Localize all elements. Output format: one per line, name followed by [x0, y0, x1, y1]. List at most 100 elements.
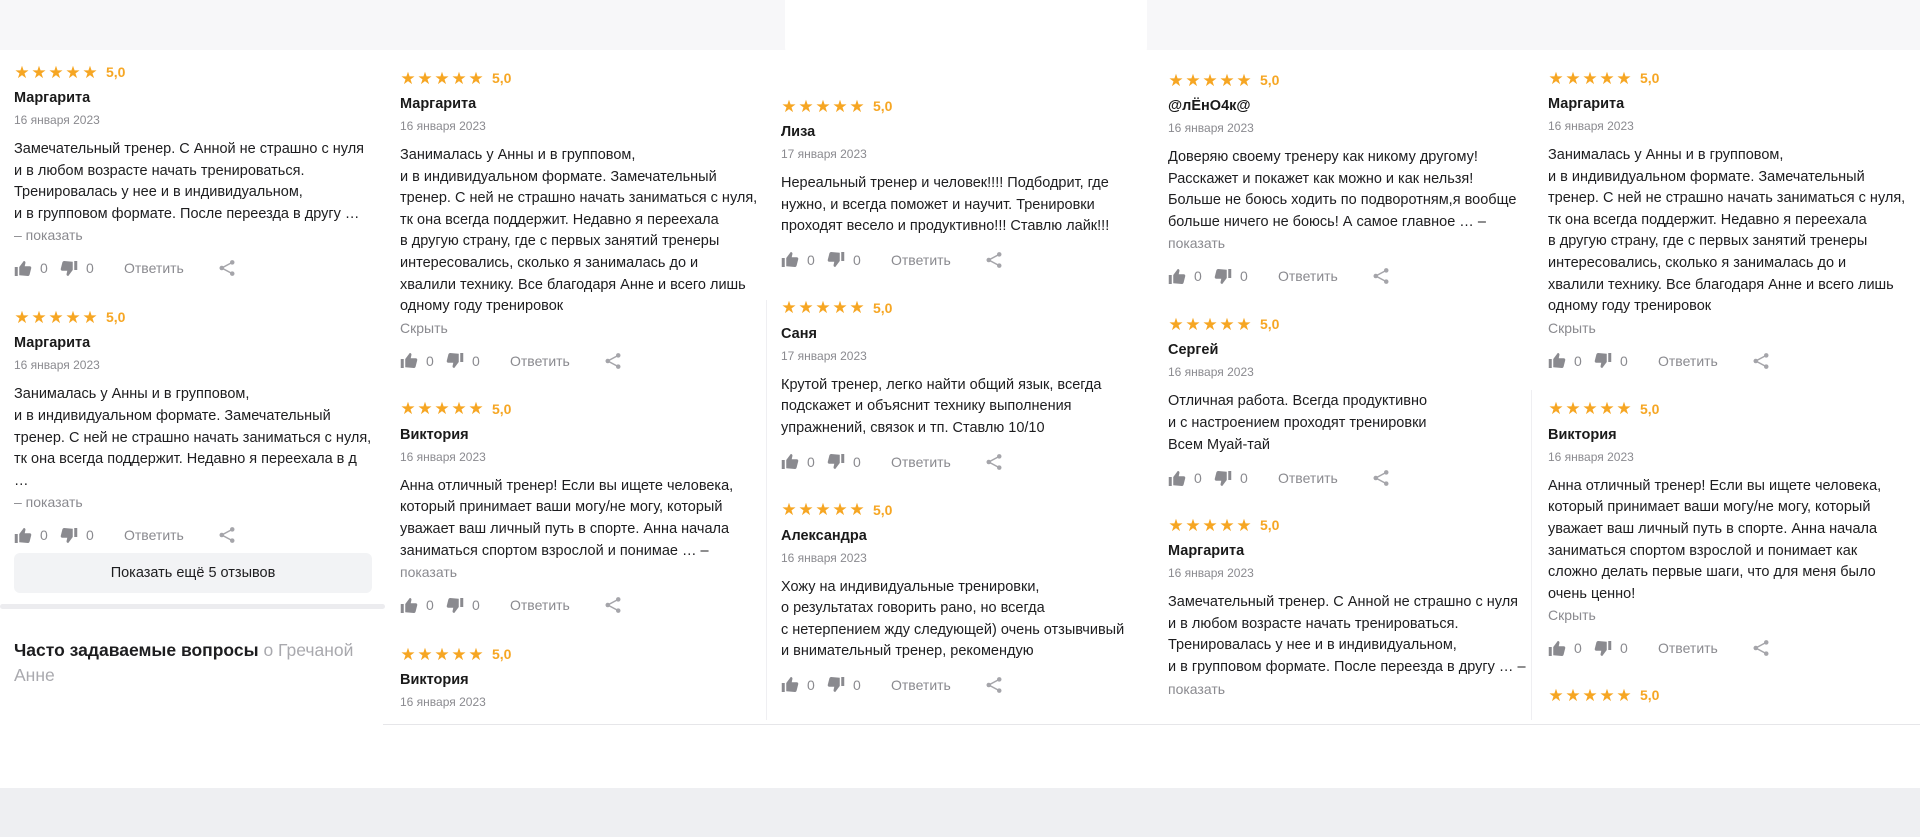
- rating: ★ ★ ★ ★ ★ 5,0: [400, 400, 770, 418]
- review-author[interactable]: Сергей: [1168, 342, 1538, 360]
- dislike-button[interactable]: 0: [827, 251, 883, 268]
- show-more-link[interactable]: – показать: [14, 492, 384, 513]
- review-author[interactable]: Виктория: [400, 427, 770, 445]
- review-column: ★ ★ ★ ★ ★ 5,0 Маргарита 16 января 2023 Занималас…: [1548, 69, 1918, 704]
- dislike-button[interactable]: 0: [1214, 268, 1270, 285]
- review-author[interactable]: Виктория: [400, 672, 770, 690]
- star-icon: ★: [82, 307, 98, 327]
- like-button[interactable]: 0: [14, 260, 60, 277]
- star-icon: ★: [451, 68, 467, 88]
- star-icon: ★: [434, 399, 450, 419]
- like-button[interactable]: 0: [781, 251, 827, 268]
- dislike-count: 0: [1240, 268, 1248, 285]
- share-button[interactable]: [218, 259, 236, 277]
- star-icon: ★: [1168, 70, 1184, 90]
- share-button[interactable]: [1372, 469, 1390, 487]
- reply-button[interactable]: Ответить: [1278, 470, 1372, 486]
- divider: [383, 724, 1920, 725]
- like-button[interactable]: 0: [400, 597, 446, 614]
- reply-button[interactable]: Ответить: [1658, 640, 1752, 656]
- reply-button[interactable]: Ответить: [124, 260, 218, 276]
- share-button[interactable]: [985, 251, 1003, 269]
- dislike-button[interactable]: 0: [827, 676, 883, 693]
- review-column: ★ ★ ★ ★ ★ 5,0 Маргарита 16 января 2023 Замечател…: [14, 63, 384, 545]
- star-icon: ★: [1616, 685, 1632, 705]
- share-button[interactable]: [1752, 352, 1770, 370]
- review-author[interactable]: Лиза: [781, 124, 1151, 142]
- show-more-link[interactable]: показать: [1168, 233, 1538, 254]
- share-button[interactable]: [985, 453, 1003, 471]
- dislike-button[interactable]: 0: [1214, 470, 1270, 487]
- review-author[interactable]: Саня: [781, 326, 1151, 344]
- like-button[interactable]: 0: [14, 527, 60, 544]
- share-button[interactable]: [985, 676, 1003, 694]
- share-button[interactable]: [218, 526, 236, 544]
- star-icon: ★: [1202, 314, 1218, 334]
- dislike-button[interactable]: 0: [827, 453, 883, 470]
- thumbs-down-icon: [827, 252, 845, 268]
- show-more-link[interactable]: – показать: [14, 225, 384, 246]
- star-icon: ★: [1202, 515, 1218, 535]
- show-more-reviews-button[interactable]: Показать ещё 5 отзывов: [14, 553, 372, 593]
- show-more-link[interactable]: показать: [1168, 679, 1538, 700]
- review-author[interactable]: Маргарита: [400, 96, 770, 114]
- reply-button[interactable]: Ответить: [891, 677, 985, 693]
- reply-button[interactable]: Ответить: [1278, 268, 1372, 284]
- hide-link[interactable]: Скрыть: [400, 318, 770, 339]
- review-author[interactable]: Виктория: [1548, 427, 1918, 445]
- dislike-button[interactable]: 0: [60, 527, 116, 544]
- dislike-button[interactable]: 0: [446, 597, 502, 614]
- like-button[interactable]: 0: [400, 352, 446, 369]
- stars: ★ ★ ★ ★ ★: [1548, 70, 1632, 87]
- dislike-button[interactable]: 0: [1594, 352, 1650, 369]
- share-icon: [1373, 470, 1389, 487]
- review-card: ★ ★ ★ ★ ★ 5,0 Александра 16 января 2023 Хожу на …: [781, 501, 1151, 695]
- share-icon: [986, 677, 1002, 693]
- star-icon: ★: [48, 62, 64, 82]
- review-actions: 0 0 Ответить: [1548, 638, 1918, 658]
- like-button[interactable]: 0: [781, 453, 827, 470]
- share-button[interactable]: [1752, 639, 1770, 657]
- hide-link[interactable]: Скрыть: [1548, 605, 1918, 626]
- like-button[interactable]: 0: [1168, 470, 1214, 487]
- dislike-button[interactable]: 0: [1594, 640, 1650, 657]
- share-button[interactable]: [604, 596, 622, 614]
- review-actions: 0 0 Ответить: [400, 351, 770, 371]
- dislike-button[interactable]: 0: [446, 352, 502, 369]
- reply-button[interactable]: Ответить: [510, 353, 604, 369]
- thumbs-up-icon: [1548, 353, 1566, 369]
- rating: ★ ★ ★ ★ ★ 5,0: [1168, 516, 1538, 534]
- review-author[interactable]: Маргарита: [1548, 96, 1918, 114]
- review-author[interactable]: Маргарита: [14, 90, 384, 108]
- share-button[interactable]: [604, 352, 622, 370]
- rating-score: 5,0: [1640, 70, 1660, 86]
- rating-score: 5,0: [106, 309, 126, 326]
- reply-button[interactable]: Ответить: [124, 527, 218, 543]
- star-icon: ★: [1565, 399, 1581, 419]
- hide-link[interactable]: Скрыть: [1548, 318, 1918, 339]
- reply-button[interactable]: Ответить: [1658, 353, 1752, 369]
- like-button[interactable]: 0: [1548, 640, 1594, 657]
- review-author[interactable]: Маргарита: [1168, 543, 1538, 561]
- share-icon: [605, 352, 621, 369]
- review-card: ★ ★ ★ ★ ★ 5,0: [1548, 686, 1918, 704]
- dislike-button[interactable]: 0: [60, 260, 116, 277]
- star-icon: ★: [1582, 685, 1598, 705]
- like-button[interactable]: 0: [781, 676, 827, 693]
- review-author[interactable]: Александра: [781, 528, 1151, 546]
- reply-button[interactable]: Ответить: [891, 252, 985, 268]
- show-more-link[interactable]: показать: [400, 562, 770, 583]
- star-icon: ★: [434, 68, 450, 88]
- like-button[interactable]: 0: [1548, 352, 1594, 369]
- share-button[interactable]: [1372, 267, 1390, 285]
- review-author[interactable]: @лЁнО4к@: [1168, 98, 1538, 116]
- reply-button[interactable]: Ответить: [891, 454, 985, 470]
- thumbs-up-icon: [14, 260, 32, 276]
- dislike-count: 0: [853, 453, 861, 470]
- star-icon: ★: [417, 68, 433, 88]
- like-button[interactable]: 0: [1168, 268, 1214, 285]
- star-icon: ★: [65, 307, 81, 327]
- dislike-count: 0: [853, 251, 861, 268]
- review-author[interactable]: Маргарита: [14, 335, 384, 353]
- reply-button[interactable]: Ответить: [510, 597, 604, 613]
